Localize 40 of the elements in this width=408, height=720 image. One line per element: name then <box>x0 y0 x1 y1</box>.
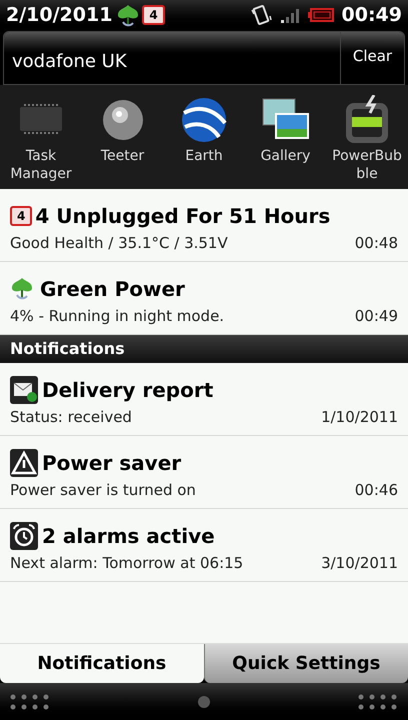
carrier-name: vodafone UK <box>12 51 127 72</box>
notification-title: 2 alarms active <box>42 523 215 550</box>
notification-detail: 4% - Running in night mode. <box>10 306 224 327</box>
app-label[interactable]: PowerBubble <box>331 147 403 183</box>
warning-icon <box>10 449 38 477</box>
notification-detail: Good Health / 35.1°C / 3.51V <box>10 233 228 254</box>
notification-time: 1/10/2011 <box>321 407 398 428</box>
battery-icon <box>308 7 334 23</box>
leaf-icon <box>116 3 140 27</box>
battery-badge: 4 <box>142 5 165 25</box>
globe-icon <box>179 95 229 145</box>
battery-badge: 4 <box>10 206 32 226</box>
handle-knob-icon <box>197 694 211 708</box>
tab[interactable]: Notifications <box>0 644 204 683</box>
notification-time: 00:46 <box>354 480 398 501</box>
notification-title: 4 Unplugged For 51 Hours <box>35 203 330 230</box>
notification-detail: Power saver is turned on <box>10 480 196 501</box>
notification-detail: Status: received <box>10 407 132 428</box>
section-title: Notifications <box>10 338 125 360</box>
notification-title: Power saver <box>42 450 182 477</box>
status-time: 00:49 <box>342 2 402 28</box>
alarm-icon <box>10 522 38 550</box>
grip-icon <box>10 692 50 710</box>
app-label[interactable]: Earth <box>167 147 241 165</box>
notification-time: 3/10/2011 <box>321 553 398 574</box>
status-date: 2/10/2011 <box>6 2 112 28</box>
notification-title: Green Power <box>40 276 185 303</box>
signal-icon <box>280 6 302 24</box>
app-label[interactable]: Task Manager <box>4 147 78 183</box>
clear-button[interactable]: Clear <box>340 32 404 84</box>
mail-icon <box>10 376 38 404</box>
grip-icon <box>358 692 398 710</box>
app-label[interactable]: Gallery <box>248 147 322 165</box>
app-label[interactable]: Teeter <box>86 147 160 165</box>
notification-detail: Next alarm: Tomorrow at 06:15 <box>10 553 244 574</box>
notification-time: 00:49 <box>354 306 398 327</box>
vibrate-icon <box>250 4 272 26</box>
notification-time: 00:48 <box>354 233 398 254</box>
tab[interactable]: Quick Settings <box>204 644 408 683</box>
notification-title: Delivery report <box>42 377 214 404</box>
